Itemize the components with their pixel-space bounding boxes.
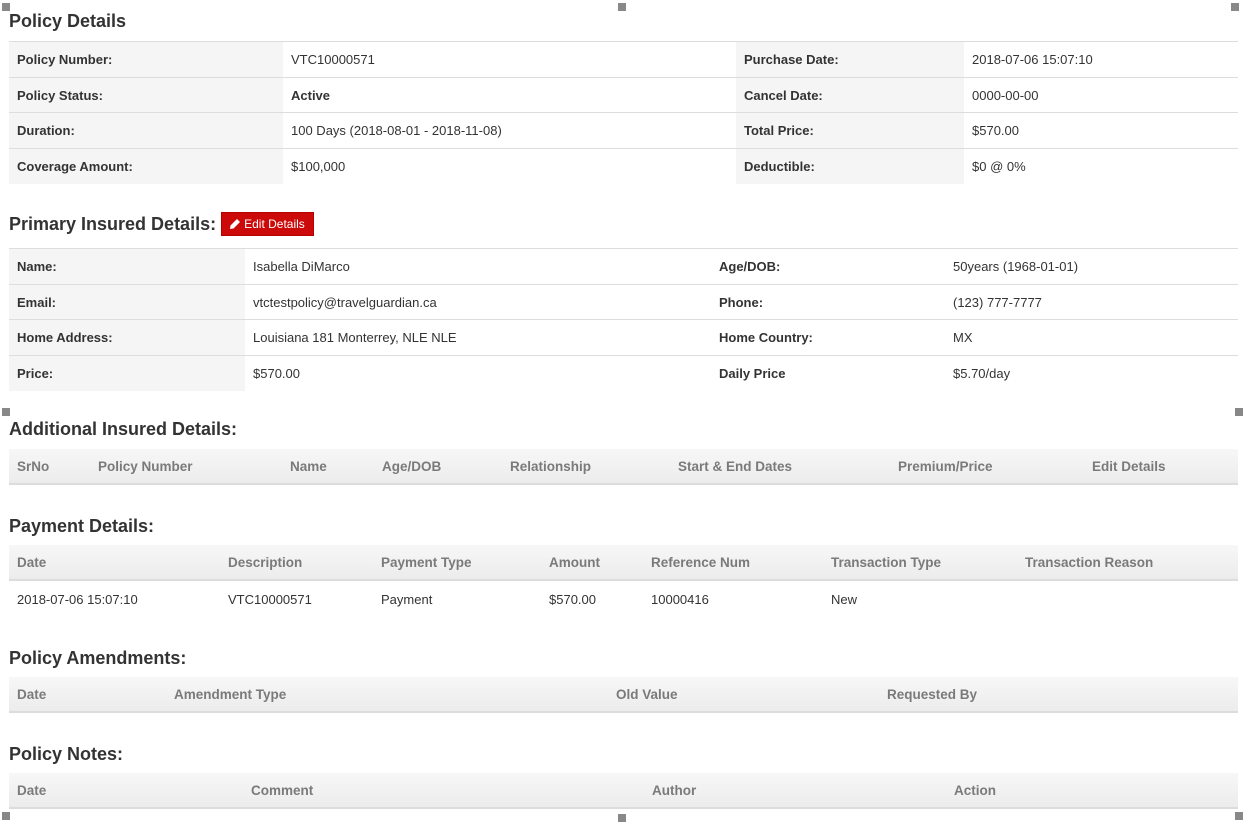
primary-insured-title: Primary Insured Details: [9,213,217,234]
field-label: Home Country: [711,319,945,356]
policy-status-value: Active [283,77,736,113]
column-header[interactable]: Transaction Type [823,545,1017,581]
phone-value: (123) 777-7777 [945,284,1238,320]
payment-amount-cell: $570.00 [549,591,596,607]
column-header[interactable]: Premium/Price [890,449,1084,485]
column-header[interactable]: Description [220,545,373,581]
payment-reference-cell: 10000416 [651,591,709,607]
daily-price-value: $5.70/day [945,355,1238,391]
duration-value: 100 Days (2018-08-01 - 2018-11-08) [283,112,736,149]
transaction-reason-cell [1017,580,1238,617]
column-header[interactable]: Policy Number [90,449,282,485]
edit-details-button[interactable]: Edit Details [221,212,314,236]
field-label: Coverage Amount: [9,148,283,184]
column-header[interactable]: Transaction Reason [1017,545,1238,581]
total-price-value: $570.00 [964,112,1238,149]
column-header[interactable]: Author [644,773,946,809]
resize-handle-bottom-left[interactable] [2,812,10,820]
field-label: Home Address: [9,319,245,356]
pencil-icon [230,219,241,229]
payment-description-cell: VTC10000571 [228,591,312,607]
payment-details-title: Payment Details: [9,516,155,536]
field-label: Name: [9,248,245,285]
resize-handle-middle-left[interactable] [2,408,10,416]
purchase-date-value: 2018-07-06 15:07:10 [964,41,1238,78]
field-label: Price: [9,355,245,391]
column-header[interactable]: Age/DOB [374,449,502,485]
payment-details-table: Date Description Payment Type Amount Ref… [9,545,1238,617]
column-header[interactable]: Action [946,773,1238,809]
resize-handle-top-center[interactable] [618,3,626,11]
column-header[interactable]: Amount [541,545,643,581]
home-address-value: Louisiana 181 Monterrey, NLE NLE [245,319,711,356]
resize-handle-middle-right[interactable] [1235,408,1243,416]
field-label: Total Price: [736,112,964,149]
field-label: Purchase Date: [736,41,964,78]
table-row: Home Address: Louisiana 181 Monterrey, N… [9,319,1238,356]
policy-number-value: VTC10000571 [283,41,736,78]
field-label: Phone: [711,284,945,320]
column-header[interactable]: Start & End Dates [670,449,890,485]
additional-insured-table: SrNo Policy Number Name Age/DOB Relation… [9,449,1238,485]
policy-notes-table: Date Comment Author Action [9,773,1238,809]
transaction-type-cell: New [831,591,858,607]
table-row: Email: vtctestpolicy@travelguardian.ca P… [9,284,1238,320]
column-header[interactable]: SrNo [9,449,90,485]
coverage-amount-value: $100,000 [283,148,736,184]
table-header-row: Date Amendment Type Old Value Requested … [9,677,1238,713]
table-row: Coverage Amount: $100,000 Deductible: $0… [9,148,1238,184]
column-header[interactable]: Edit Details [1084,449,1238,485]
column-header[interactable]: Payment Type [373,545,541,581]
column-header[interactable]: Requested By [879,677,1238,713]
payment-date-cell: 2018-07-06 15:07:10 [17,591,138,607]
column-header[interactable]: Date [9,677,166,713]
policy-amendments-table: Date Amendment Type Old Value Requested … [9,677,1238,713]
edit-details-label: Edit Details [244,217,305,231]
column-header[interactable]: Reference Num [643,545,823,581]
resize-handle-top-right[interactable] [1231,3,1239,11]
column-header[interactable]: Name [282,449,374,485]
age-dob-value: 50years (1968-01-01) [945,248,1238,285]
table-row: Duration: 100 Days (2018-08-01 - 2018-11… [9,112,1238,149]
field-label: Cancel Date: [736,77,964,113]
primary-insured-header: Primary Insured Details: Edit Details [9,212,314,236]
field-label: Policy Status: [9,77,283,113]
field-label: Daily Price [711,355,945,391]
resize-handle-bottom-center[interactable] [618,814,626,822]
table-row: Policy Status: Active Cancel Date: 0000-… [9,77,1238,113]
field-label: Duration: [9,112,283,149]
table-row: 2018-07-06 15:07:10 VTC10000571 Payment … [9,580,1238,617]
table-header-row: Date Comment Author Action [9,773,1238,809]
insured-name-value: Isabella DiMarco [245,248,711,285]
resize-handle-bottom-right[interactable] [1235,812,1243,820]
additional-insured-title: Additional Insured Details: [9,419,238,439]
policy-details-table: Policy Number: VTC10000571 Purchase Date… [9,41,1238,184]
column-header[interactable]: Comment [243,773,644,809]
cancel-date-value: 0000-00-00 [964,77,1238,113]
table-header-row: SrNo Policy Number Name Age/DOB Relation… [9,449,1238,485]
column-header[interactable]: Relationship [502,449,670,485]
column-header[interactable]: Old Value [608,677,879,713]
email-value: vtctestpolicy@travelguardian.ca [245,284,711,320]
column-header[interactable]: Date [9,773,243,809]
field-label: Email: [9,284,245,320]
payment-type-cell: Payment [381,591,433,607]
deductible-value: $0 @ 0% [964,148,1238,184]
primary-insured-table: Name: Isabella DiMarco Age/DOB: 50years … [9,248,1238,391]
price-value: $570.00 [245,355,711,391]
field-label: Policy Number: [9,41,283,78]
home-country-value: MX [945,319,1238,356]
resize-handle-top-left[interactable] [2,3,10,11]
policy-amendments-title: Policy Amendments: [9,648,187,668]
table-row: Name: Isabella DiMarco Age/DOB: 50years … [9,248,1238,285]
policy-notes-title: Policy Notes: [9,744,124,764]
field-label: Deductible: [736,148,964,184]
column-header[interactable]: Amendment Type [166,677,608,713]
field-label: Age/DOB: [711,248,945,285]
column-header[interactable]: Date [9,545,220,581]
table-row: Price: $570.00 Daily Price $5.70/day [9,355,1238,391]
table-header-row: Date Description Payment Type Amount Ref… [9,545,1238,581]
policy-details-title: Policy Details [9,11,127,31]
table-row: Policy Number: VTC10000571 Purchase Date… [9,41,1238,78]
